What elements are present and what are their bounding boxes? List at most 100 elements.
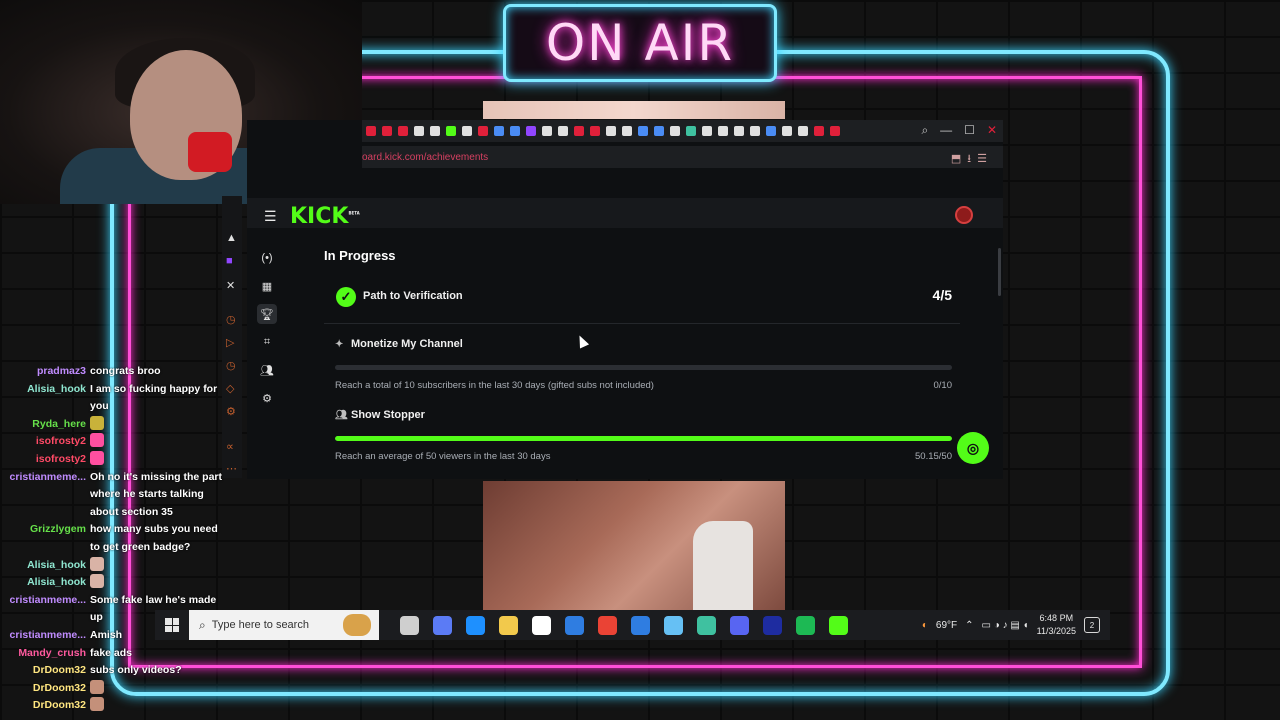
browser-tab-icon[interactable] [718,126,728,136]
taskbar-app-icon[interactable] [664,616,683,635]
chat-username[interactable]: Grizzlygem [0,521,86,556]
taskbar-app-icon[interactable] [730,616,749,635]
browser-tab-icon[interactable] [654,126,664,136]
browser-tab-icon[interactable] [590,126,600,136]
browser-tab-icon[interactable] [446,126,456,136]
chat-username[interactable]: isofrosty2 [0,433,86,451]
url-text[interactable]: oard.kick.com/achievements [362,152,488,163]
settings-icon[interactable]: ⚙ [257,388,277,408]
browser-tab-icon[interactable] [638,126,648,136]
toolbar-icons[interactable]: ⬒⭳☰ [951,150,993,169]
taskbar-app-icon[interactable] [499,616,518,635]
chat-username[interactable]: cristianmeme... [0,592,86,627]
chat-message: Alisia_hook [0,556,222,575]
browser-tab-icon[interactable] [686,126,696,136]
twitch-icon[interactable]: ■ [226,255,233,267]
chat-username[interactable]: pradmaz3 [0,363,86,381]
chat-username[interactable]: DrDoom32 [0,680,86,698]
browser-tab-icon[interactable] [542,126,552,136]
taskbar-app-icon[interactable] [598,616,617,635]
chat-username[interactable]: Mandy_crush [0,645,86,663]
play-icon[interactable]: ▷ [226,336,234,349]
grok-icon[interactable]: ∝ [226,440,234,453]
kick-logo[interactable]: KICKBETA [290,204,360,229]
browser-tab-icon[interactable] [366,126,376,136]
close-icon[interactable]: ✕ [987,123,997,138]
chat-username[interactable]: Alisia_hook [0,557,86,575]
bag-icon[interactable]: ◇ [226,382,234,395]
chat-username[interactable]: isofrosty2 [0,451,86,469]
browser-tab-icon[interactable] [558,126,568,136]
weather-text[interactable]: 69°F [936,620,957,631]
browser-tab-icon[interactable] [734,126,744,136]
chat-username[interactable]: Alisia_hook [0,381,86,416]
browser-tab-icon[interactable] [574,126,584,136]
taskbar-app-icon[interactable] [565,616,584,635]
browser-tab-icon[interactable] [766,126,776,136]
chat-username[interactable]: cristianmeme... [0,627,86,645]
support-button[interactable]: ◎ [957,432,989,464]
browser-tab-icon[interactable] [494,126,504,136]
browser-tab-icon[interactable] [622,126,632,136]
search-icon[interactable]: ⌕ [921,123,928,138]
clock-icon[interactable]: ◷ [226,313,236,326]
scrollbar[interactable] [998,248,1001,296]
dashboard-icon[interactable]: ▦ [257,276,277,296]
taskbar-app-icon[interactable] [631,616,650,635]
browser-tab-icon[interactable] [430,126,440,136]
tray-icons[interactable]: ▭ ◑ ♪ ▤ ◖ [982,620,1029,631]
beta-badge: BETA [348,210,360,216]
scan-icon[interactable]: ⌗ [257,332,277,352]
x-icon[interactable]: ✕ [226,279,235,292]
chat-username[interactable]: Ryda_here [0,416,86,434]
browser-tab-icon[interactable] [606,126,616,136]
taskbar-app-icon[interactable] [433,616,452,635]
gear-icon[interactable]: ⚙ [226,405,236,418]
users-icon[interactable]: 👥︎ [257,360,277,380]
browser-tab-icon[interactable] [702,126,712,136]
taskbar-app-icon[interactable] [796,616,815,635]
clock[interactable]: 6:48 PM 11/3/2025 [1037,612,1076,638]
browser-tab-icon[interactable] [462,126,472,136]
more-icon[interactable]: ⋯ [226,462,237,475]
chat-username[interactable]: cristianmeme... [0,469,86,522]
taskbar-app-icon[interactable] [697,616,716,635]
browser-tab-icon[interactable] [830,126,840,136]
browser-tab-icon[interactable] [798,126,808,136]
kick-icon[interactable]: ▲ [226,232,237,244]
address-bar[interactable]: oard.kick.com/achievements ⬒⭳☰ [362,146,1003,168]
browser-tab-icon[interactable] [814,126,824,136]
taskbar-app-icon[interactable] [400,616,419,635]
chat-username[interactable]: Alisia_hook [0,574,86,592]
menu-icon[interactable]: ☰ [264,208,277,225]
chat-message: Ryda_here [0,415,222,434]
browser-tab-icon[interactable] [526,126,536,136]
user-avatar[interactable] [955,206,973,224]
chat-emote-icon [90,556,104,571]
browser-tab-icon[interactable] [750,126,760,136]
chat-username[interactable]: DrDoom32 [0,697,86,715]
browser-tab-icon[interactable] [414,126,424,136]
chat-message: cristianmeme... Oh no it's missing the pa… [0,469,222,522]
achievements-content: In Progress ✓ Path to Verification 4/5 ✦… [324,228,964,479]
browser-tab-icon[interactable] [478,126,488,136]
trophy-icon[interactable]: 🏆︎ [257,304,277,324]
browser-tab-icon[interactable] [510,126,520,136]
taskbar-app-icon[interactable] [532,616,551,635]
taskbar-app-icon[interactable] [466,616,485,635]
maximize-icon[interactable]: ☐ [964,123,975,138]
history-icon[interactable]: ◷ [226,359,236,372]
browser-tab-icon[interactable] [382,126,392,136]
taskbar-app-icon[interactable] [763,616,782,635]
path-to-verification-row[interactable]: ✓ Path to Verification 4/5 [324,278,960,324]
taskbar-app-icon[interactable] [829,616,848,635]
kick-header [247,198,1003,228]
chevron-up-icon[interactable]: ⌃ [965,620,973,631]
chat-username[interactable]: DrDoom32 [0,662,86,680]
browser-tab-icon[interactable] [782,126,792,136]
browser-tab-icon[interactable] [398,126,408,136]
browser-tab-icon[interactable] [670,126,680,136]
live-icon[interactable]: (•) [257,248,277,268]
minimize-icon[interactable]: — [940,123,952,138]
notifications-icon[interactable]: 2 [1084,617,1100,633]
